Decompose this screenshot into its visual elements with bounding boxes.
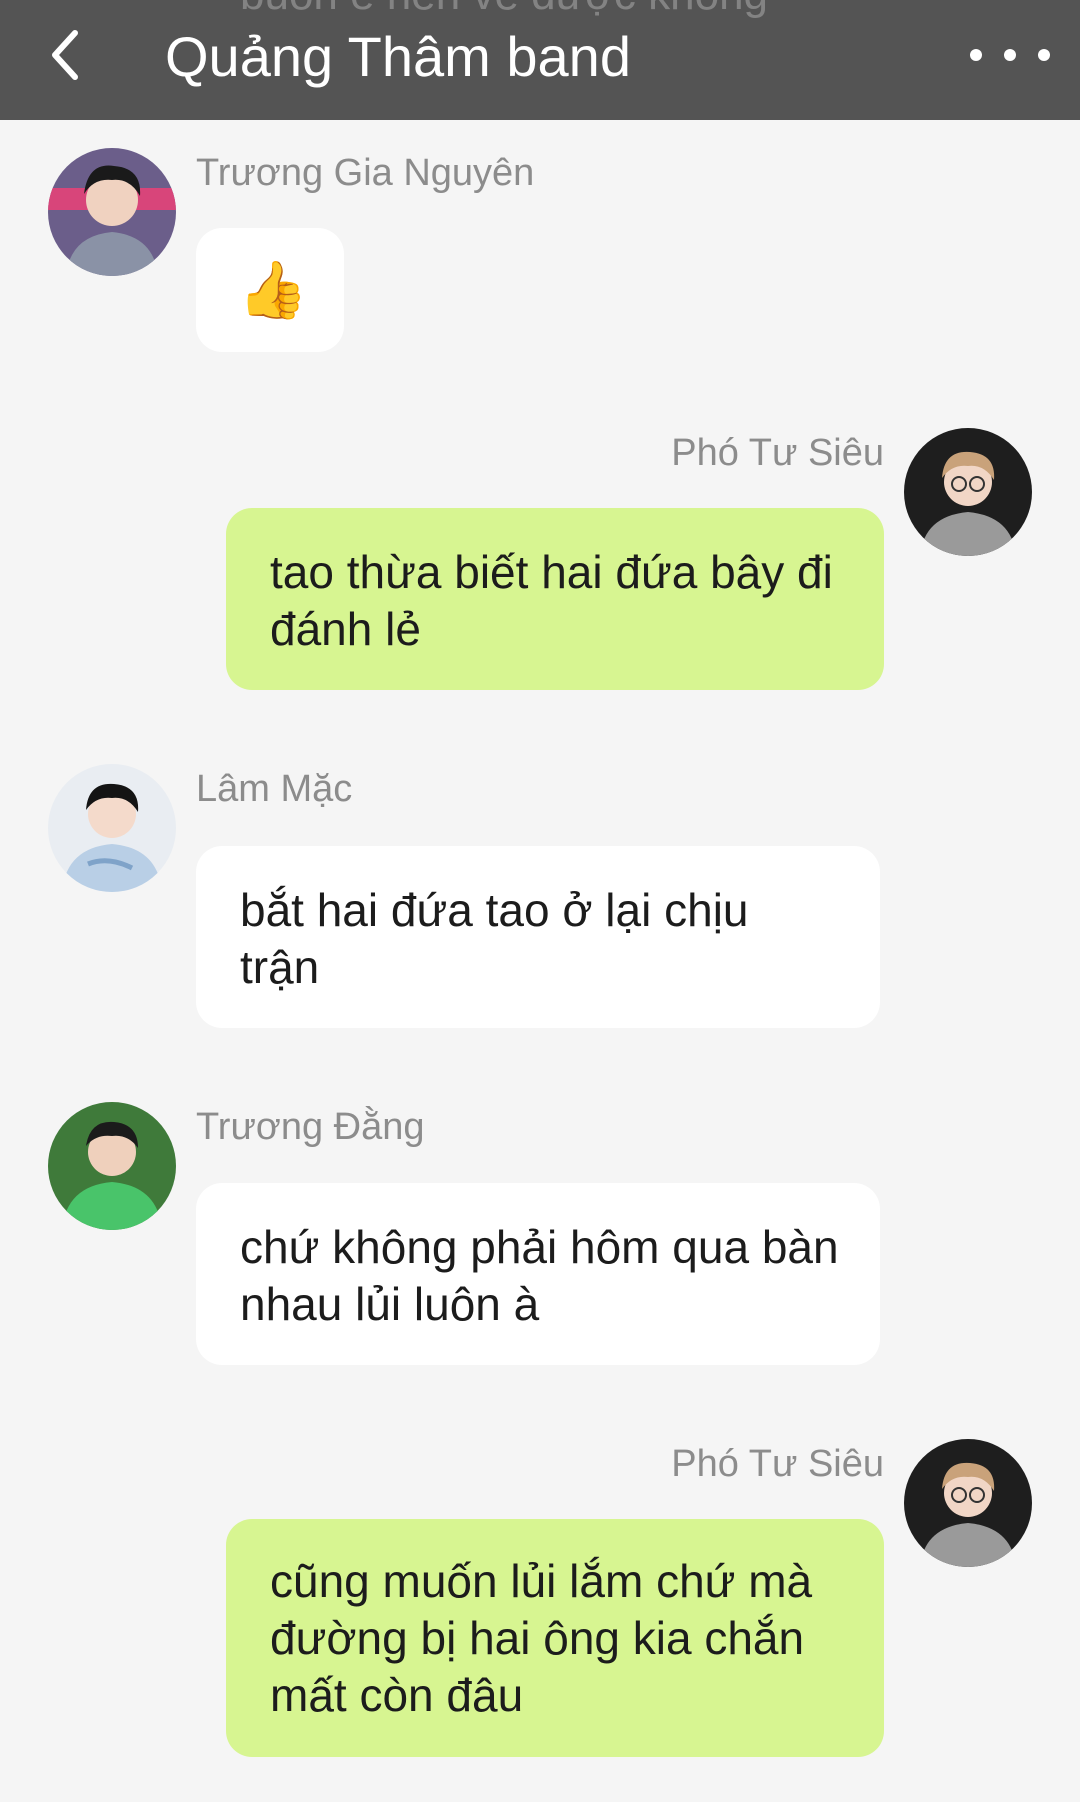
sender-name-4: Trương Đằng	[196, 1106, 425, 1148]
more-dots-icon	[970, 49, 982, 61]
back-button[interactable]	[30, 20, 100, 90]
message-bubble-4[interactable]: chứ không phải hôm qua bàn nhau lủi luôn…	[196, 1183, 880, 1365]
message-bubble-1[interactable]: 👍	[196, 228, 344, 352]
previous-message-preview: buồn e nên về được không	[240, 0, 768, 20]
sender-name-2: Phó Tư Siêu	[671, 432, 884, 474]
chevron-left-icon	[52, 30, 78, 80]
chat-title: Quảng Thâm band	[165, 25, 631, 88]
avatar-sender-3[interactable]	[48, 764, 176, 892]
sender-name-5: Phó Tư Siêu	[671, 1443, 884, 1485]
avatar-sender-5[interactable]	[904, 1439, 1032, 1567]
message-bubble-3[interactable]: bắt hai đứa tao ở lại chịu trận	[196, 846, 880, 1028]
avatar-sender-2[interactable]	[904, 428, 1032, 556]
avatar-sender-1[interactable]	[48, 148, 176, 276]
sender-name-3: Lâm Mặc	[196, 768, 353, 810]
chat-header: buồn e nên về được không Quảng Thâm band	[0, 0, 1080, 120]
message-bubble-5[interactable]: cũng muốn lủi lắm chứ mà đường bị hai ôn…	[226, 1519, 884, 1757]
message-bubble-2[interactable]: tao thừa biết hai đứa bây đi đánh lẻ	[226, 508, 884, 690]
sender-name-1: Trương Gia Nguyên	[196, 152, 535, 194]
more-options-button[interactable]	[970, 30, 1050, 80]
avatar-sender-4[interactable]	[48, 1102, 176, 1230]
